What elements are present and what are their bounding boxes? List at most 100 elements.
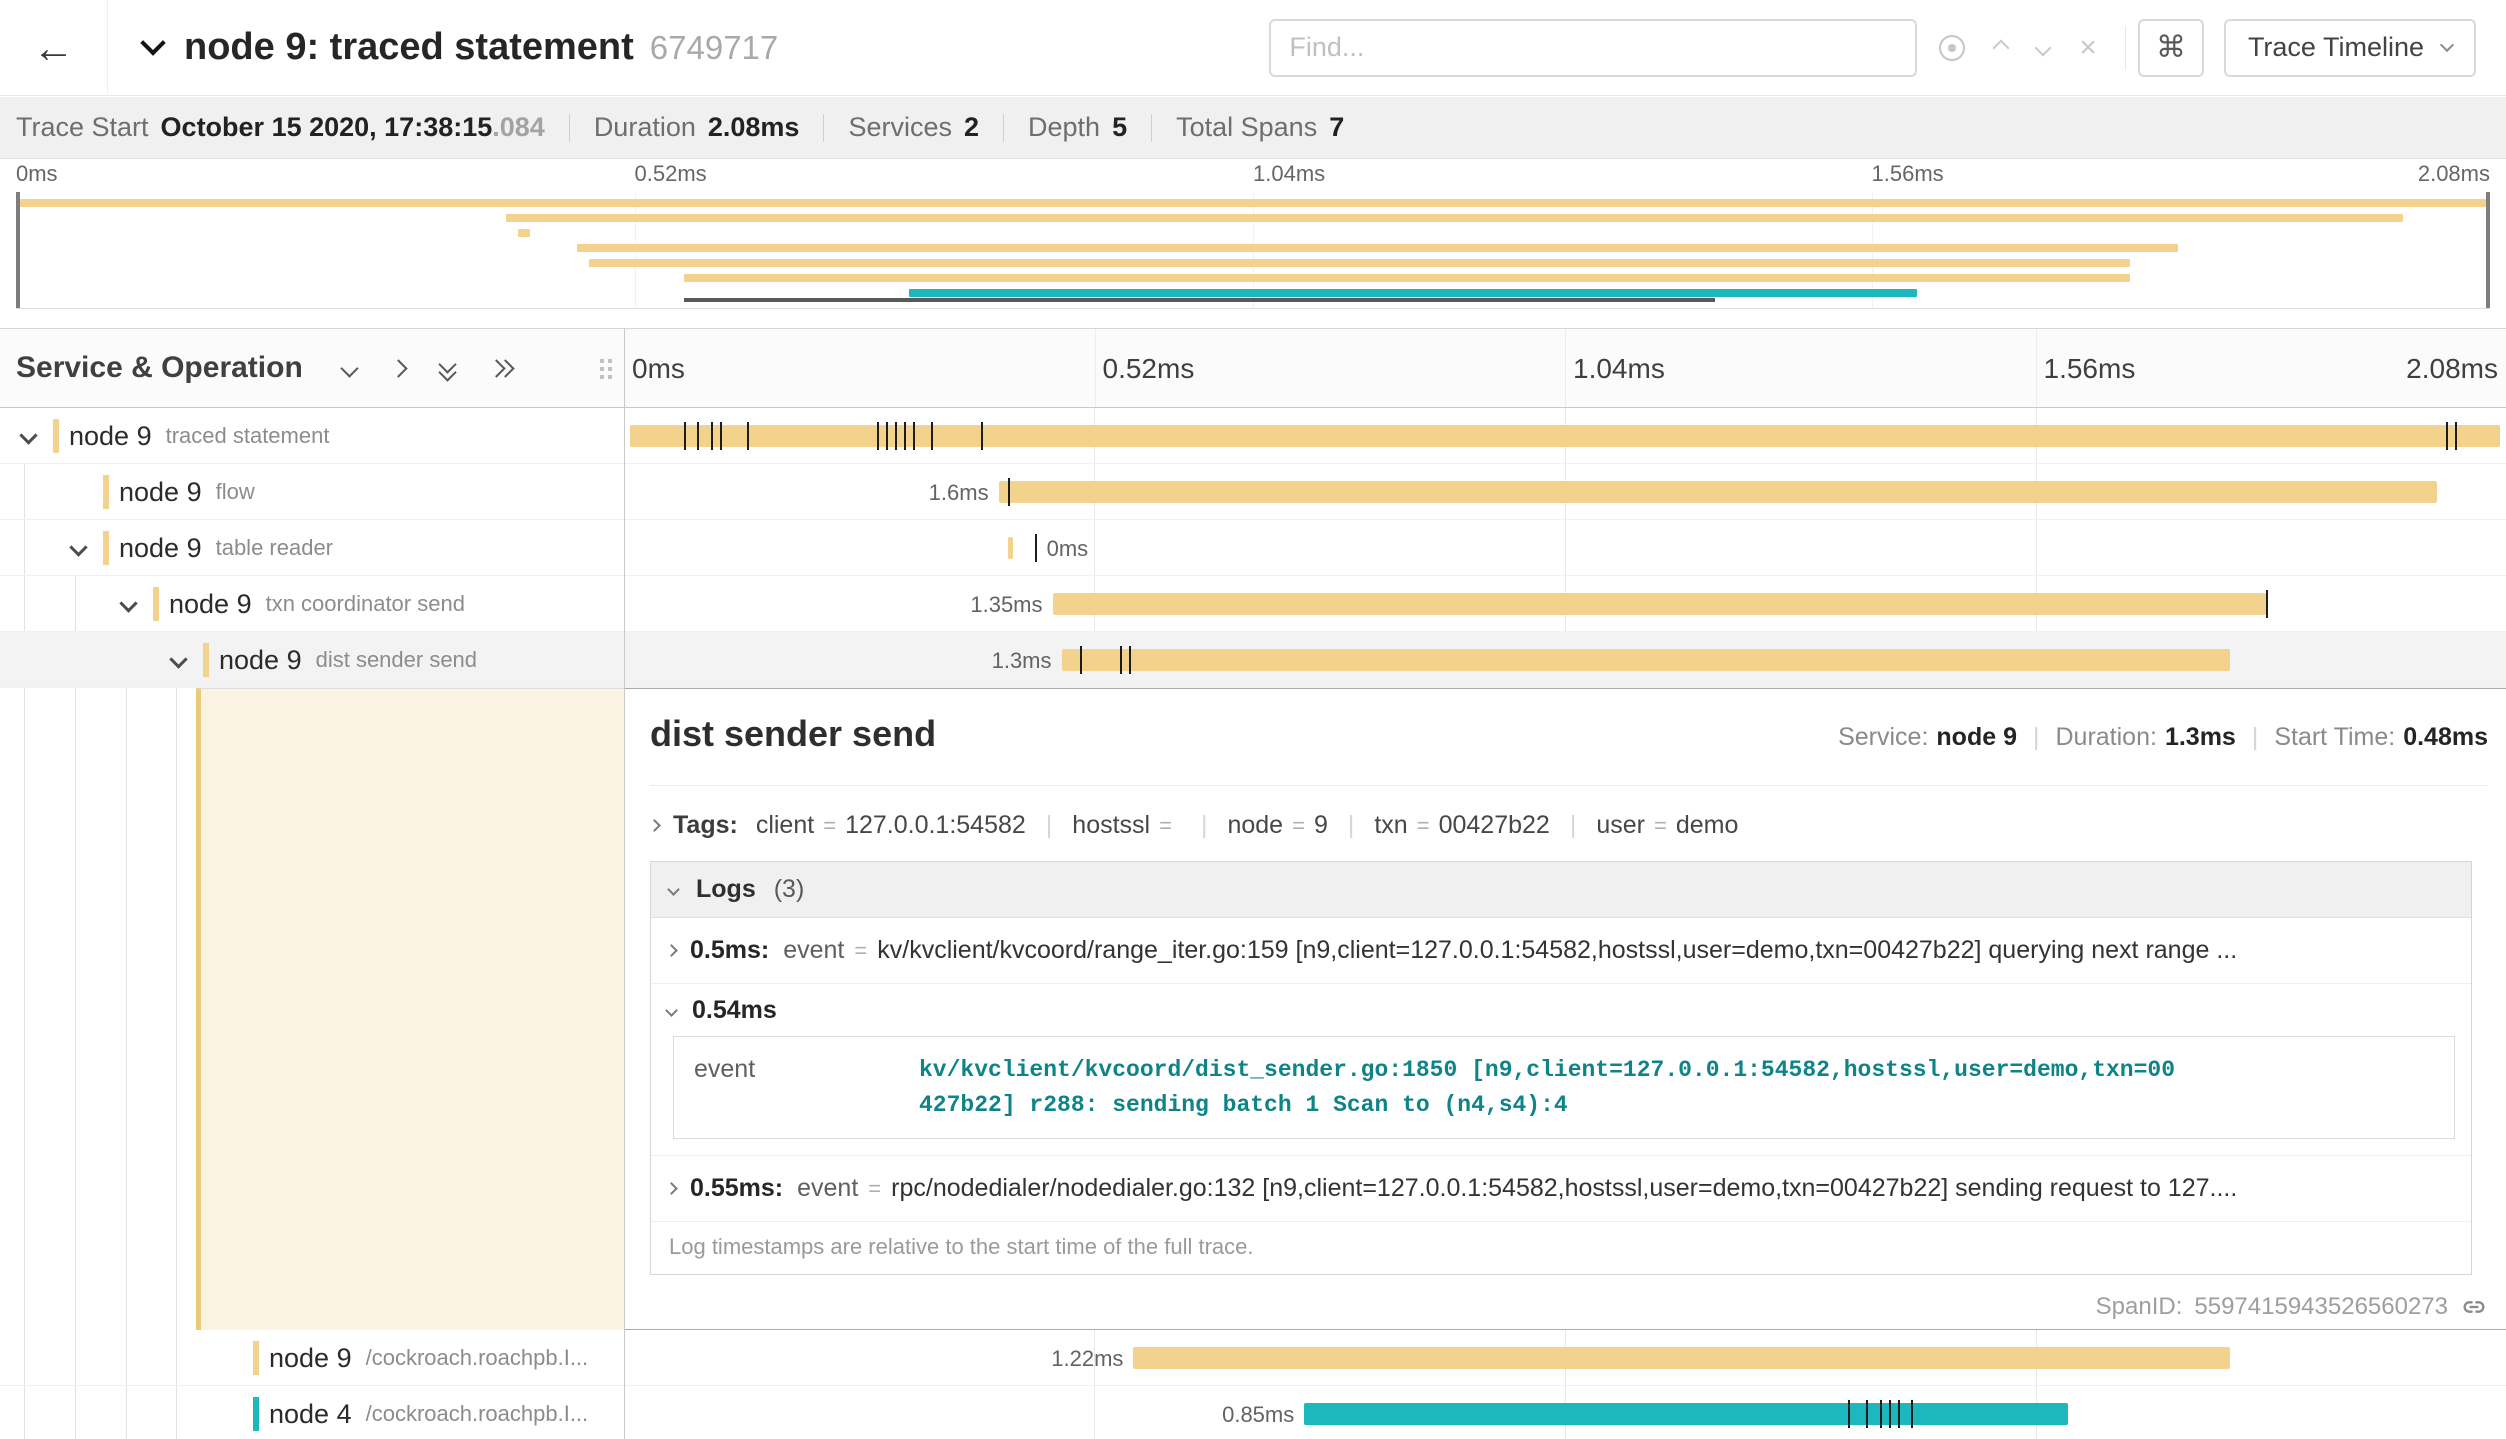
find-clear-icon[interactable]: × [2079, 33, 2097, 63]
span-row[interactable]: node 9flow1.6ms [0, 464, 2506, 520]
total-spans-value: 7 [1329, 112, 1344, 143]
tag-value: 9 [1314, 811, 1328, 840]
span-row[interactable]: node 9dist sender send1.3ms [0, 632, 2506, 688]
log-timestamp: 0.5ms: [690, 936, 769, 965]
keyboard-shortcuts-button[interactable]: ⌘ [2138, 19, 2204, 77]
span-id-row: SpanID: 5597415943526560273 [2096, 1293, 2488, 1321]
minimap-right-scrubber[interactable] [2486, 192, 2490, 308]
log-entry[interactable]: 0.5ms: event = kv/kvclient/kvcoord/range_it… [651, 918, 2471, 984]
find-next-icon[interactable] [2035, 39, 2052, 56]
indent-guide [126, 632, 127, 1439]
service-label-block: node 9table reader [103, 531, 333, 565]
log-tick [931, 422, 933, 450]
expander-icon[interactable] [69, 538, 87, 556]
find-prev-icon[interactable] [1993, 39, 2010, 56]
equals-sign: = [854, 938, 867, 964]
span-timeline: 1.35ms [624, 576, 2506, 632]
tags-row[interactable]: Tags: client=127.0.0.1:54582|hostssl=|no… [650, 811, 1738, 840]
span-bar[interactable] [1062, 649, 2231, 671]
service-label-block: node 4/cockroach.roachpb.I... [253, 1397, 588, 1431]
expander-icon[interactable] [169, 650, 187, 668]
minimap-canvas[interactable] [16, 192, 2490, 309]
expand-all-icon[interactable] [490, 362, 512, 375]
log-tick [747, 422, 749, 450]
chevron-down-icon[interactable] [140, 30, 165, 55]
timeline-axis-label: 0ms [632, 353, 685, 385]
panel-resize-grip[interactable] [600, 359, 604, 363]
log-tick [1898, 1400, 1900, 1428]
span-row[interactable]: node 9table reader0ms [0, 520, 2506, 576]
equals-sign: = [1159, 813, 1172, 839]
log-tick [1129, 646, 1131, 674]
operation-name: /cockroach.roachpb.I... [366, 1401, 589, 1427]
operation-name: traced statement [166, 423, 330, 449]
span-bar[interactable] [630, 425, 2500, 447]
timeline-header-left: Service & Operation [0, 329, 624, 407]
log-tick [2446, 422, 2448, 450]
tag: client=127.0.0.1:54582 [756, 811, 1026, 840]
chevron-right-icon [665, 944, 678, 957]
tag-value: 00427b22 [1439, 811, 1550, 840]
tag-separator: | [1348, 811, 1355, 840]
span-row[interactable]: node 9traced statement [0, 408, 2506, 464]
operation-name: /cockroach.roachpb.I... [366, 1345, 589, 1371]
service-name: node 9 [119, 477, 202, 508]
depth-value: 5 [1112, 112, 1127, 143]
log-tick [913, 422, 915, 450]
span-bar[interactable] [1053, 593, 2267, 615]
log-field-key: event [797, 1174, 858, 1203]
tag-separator: | [1046, 811, 1053, 840]
back-button[interactable]: ← [0, 0, 108, 96]
find-input[interactable] [1269, 19, 1917, 77]
log-field-value: kv/kvclient/kvcoord/range_iter.go:159 [n… [877, 936, 2455, 965]
find-controls: × [1939, 33, 2097, 63]
collapse-one-icon[interactable] [340, 359, 358, 377]
span-bar[interactable] [999, 481, 2437, 503]
equals-sign: = [868, 1176, 881, 1202]
services-label: Services [848, 112, 952, 143]
expander-icon[interactable] [119, 594, 137, 612]
equals-sign: = [1292, 813, 1305, 839]
log-entry[interactable]: 0.55ms:event=rpc/nodedialer/nodedialer.g… [651, 1156, 2471, 1222]
span-timeline: 1.6ms [624, 464, 2506, 520]
tag-value: demo [1676, 811, 1739, 840]
duration-value: 2.08ms [708, 112, 800, 143]
chevron-down-icon [667, 883, 680, 896]
service-name: node 9 [219, 645, 302, 676]
timeline-gridline [1095, 329, 1096, 407]
log-field-key: event [783, 936, 844, 965]
logs-header[interactable]: Logs (3) [651, 862, 2471, 918]
deep-link-icon[interactable] [2460, 1293, 2488, 1321]
detail-service-value: node 9 [1936, 723, 2017, 752]
minimap-span-bar [684, 274, 2130, 282]
span-bar[interactable] [1304, 1403, 2068, 1425]
span-bar[interactable] [1133, 1347, 2230, 1369]
span-row[interactable]: node 9/cockroach.roachpb.I...1.22ms [0, 1330, 2506, 1386]
minimap-left-scrubber[interactable] [16, 192, 20, 308]
trace-view-selector-label: Trace Timeline [2248, 32, 2424, 63]
expander-icon[interactable] [19, 426, 37, 444]
span-duration-label: 1.35ms [813, 592, 1043, 618]
meta-separator: | [2252, 723, 2259, 752]
collapse-all-icon[interactable] [441, 358, 454, 379]
search-focus-icon[interactable] [1939, 35, 1965, 61]
span-row[interactable]: node 9 txn coordinator send 1.35ms [0, 576, 2506, 632]
trace-title-wrap: node 9: traced statement 6749717 [144, 26, 778, 69]
minimap-span-bar [506, 214, 2403, 222]
trace-view-selector[interactable]: Trace Timeline [2224, 19, 2476, 77]
log-entry[interactable]: 0.54ms [651, 984, 2471, 1036]
span-timeline [624, 408, 2506, 464]
expand-one-icon[interactable] [389, 359, 407, 377]
operation-name: table reader [216, 535, 333, 561]
service-name: node 9 [169, 589, 252, 620]
header-divider [2125, 26, 2126, 70]
detail-divider [650, 785, 2488, 786]
log-tick [1911, 1400, 1913, 1428]
span-bar[interactable] [1008, 537, 1013, 559]
operation-name: txn coordinator send [266, 591, 465, 617]
minimap-dark-marker [684, 298, 1715, 302]
span-row[interactable]: node 4/cockroach.roachpb.I...0.85ms [0, 1386, 2506, 1439]
minimap-axis-label: 0ms [16, 161, 58, 187]
trace-title: node 9: traced statement [184, 26, 634, 69]
panel-divider[interactable] [624, 328, 625, 1439]
